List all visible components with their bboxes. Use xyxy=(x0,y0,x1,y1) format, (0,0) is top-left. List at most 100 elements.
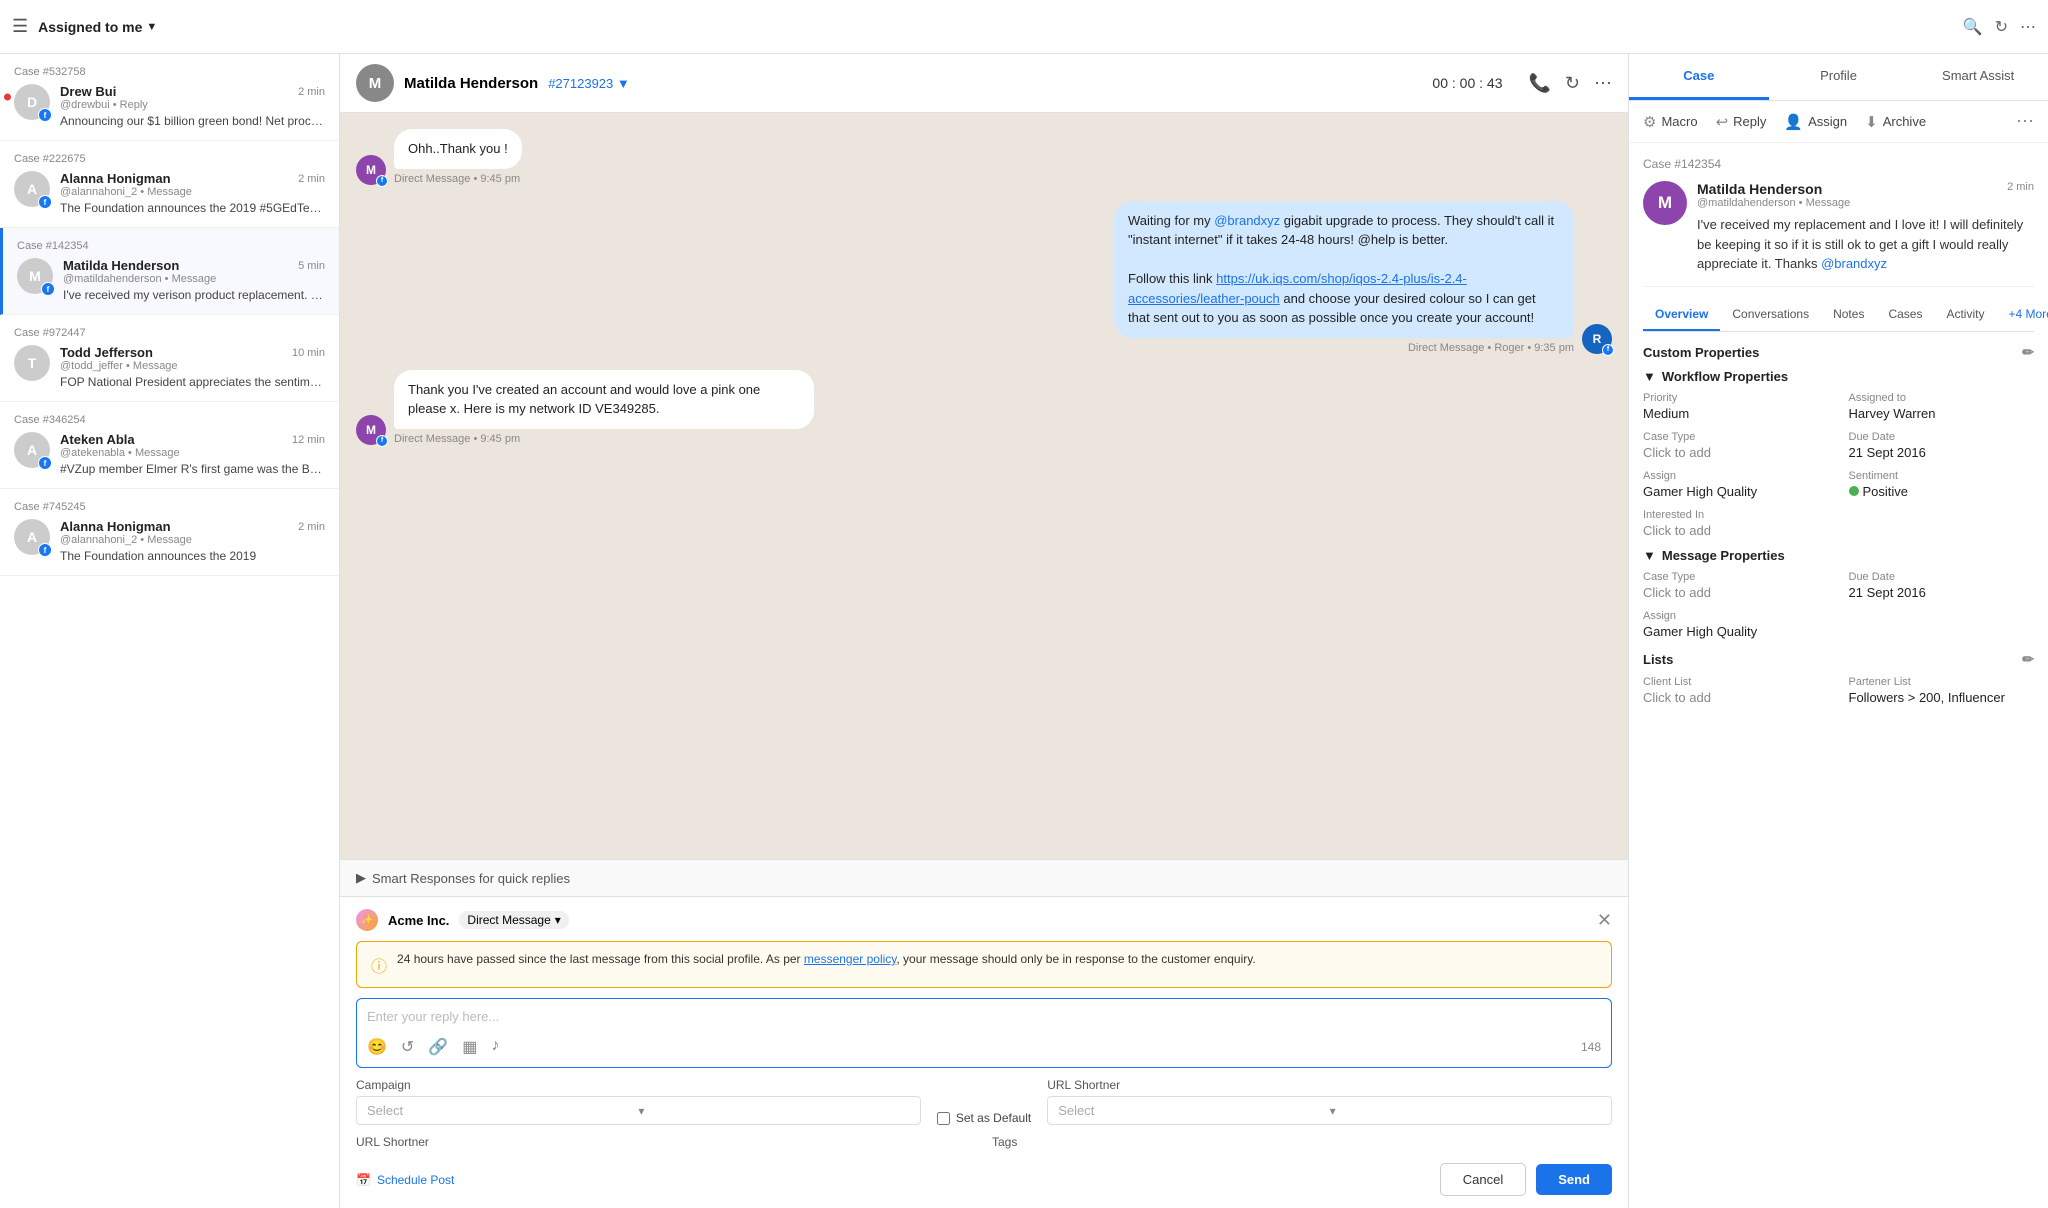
msg-prop-assign: Assign Gamer High Quality xyxy=(1643,610,1829,639)
tab-profile[interactable]: Profile xyxy=(1769,54,1909,100)
msg-meta: Direct Message • 9:45 pm xyxy=(394,173,522,185)
reply-from: Acme Inc. xyxy=(388,913,449,928)
contact-handle: @matildahenderson • Message xyxy=(1697,197,1850,209)
msg-bubble: Ohh..Thank you ! xyxy=(394,129,522,169)
tags-field: Tags xyxy=(992,1135,1612,1149)
social-badge: f xyxy=(38,543,52,557)
chat-messages: M f Ohh..Thank you ! Direct Message • 9:… xyxy=(340,113,1628,859)
tab-smart-assist[interactable]: Smart Assist xyxy=(1908,54,2048,100)
right-toolbar: ⚙ Macro ↩ Reply 👤 Assign ⬇ Archive ⋯ xyxy=(1629,101,2048,143)
chat-header-icons: 📞 ↻ ⋯ xyxy=(1528,73,1612,94)
smart-responses-bar[interactable]: ▶ Smart Responses for quick replies xyxy=(340,859,1628,896)
msg-prop-case-type[interactable]: Case Type Click to add xyxy=(1643,571,1829,600)
schedule-post-button[interactable]: 📅 Schedule Post xyxy=(356,1173,454,1187)
refresh-icon[interactable]: ↻ xyxy=(1995,17,2008,37)
reply-label: Reply xyxy=(1733,114,1766,129)
url-shortner-label-2: URL Shortner xyxy=(356,1135,976,1149)
social-badge: f xyxy=(38,108,52,122)
case-body: A f Alanna Honigman 2 min @alannahoni_2 … xyxy=(14,519,325,563)
set-default-checkbox[interactable]: Set as Default xyxy=(937,1111,1031,1125)
edit-lists-icon[interactable]: ✏ xyxy=(2022,651,2034,668)
fb-badge: f xyxy=(376,175,388,187)
search-icon[interactable]: 🔍 xyxy=(1963,17,1983,37)
channel-label: Direct Message xyxy=(467,913,550,927)
sub-tabs: Overview Conversations Notes Cases Activ… xyxy=(1643,299,2034,332)
hamburger-icon[interactable]: ☰ xyxy=(12,16,28,37)
macro-tool[interactable]: ⚙ Macro xyxy=(1643,113,1698,131)
case-list-item[interactable]: Case #142354 M f Matilda Henderson 5 min… xyxy=(0,228,339,315)
case-handle: @atekenabla • Message xyxy=(60,447,325,459)
sub-tab-conversations[interactable]: Conversations xyxy=(1720,299,1821,331)
reply-toolbar-icons: 😊 ↺ 🔗 ▦ ♪ xyxy=(367,1037,499,1057)
campaign-select[interactable]: Select ▾ xyxy=(356,1096,921,1125)
calendar-icon: 📅 xyxy=(356,1173,371,1187)
char-count: 148 xyxy=(1581,1040,1601,1054)
message-props-grid: Case Type Click to add Due Date 21 Sept … xyxy=(1643,571,2034,639)
case-preview: Announcing our $1 billion green bond! Ne… xyxy=(60,114,325,128)
music-icon[interactable]: ♪ xyxy=(491,1037,499,1057)
chat-contact-name: Matilda Henderson xyxy=(404,75,538,92)
case-handle: @drewbui • Reply xyxy=(60,99,325,111)
phone-icon[interactable]: 📞 xyxy=(1528,73,1550,94)
workflow-header[interactable]: ▼ Workflow Properties xyxy=(1643,369,2034,384)
msg-bubble: Thank you I've created an account and wo… xyxy=(394,370,814,429)
prop-interested-in[interactable]: Interested In Click to add xyxy=(1643,509,1829,538)
url-shortner-chevron-icon: ▾ xyxy=(1330,1104,1601,1118)
case-list-item[interactable]: Case #972447 T Todd Jefferson 10 min @to… xyxy=(0,315,339,402)
schedule-label: Schedule Post xyxy=(377,1173,454,1187)
archive-tool[interactable]: ⬇ Archive xyxy=(1865,113,1926,131)
link-icon[interactable]: 🔗 xyxy=(428,1037,448,1057)
sub-tab-overview[interactable]: Overview xyxy=(1643,299,1720,331)
reply-channel-selector[interactable]: Direct Message ▾ xyxy=(459,911,568,929)
macro-label: Macro xyxy=(1661,114,1697,129)
sub-tab-more[interactable]: +4 More xyxy=(1996,299,2048,331)
case-handle: @alannahoni_2 • Message xyxy=(60,186,325,198)
messenger-policy-link[interactable]: messenger policy xyxy=(804,952,896,966)
prop-sentiment: Sentiment Positive xyxy=(1849,470,2035,499)
set-default-input[interactable] xyxy=(937,1112,950,1125)
sub-tab-notes[interactable]: Notes xyxy=(1821,299,1876,331)
cancel-button[interactable]: Cancel xyxy=(1440,1163,1526,1196)
table-icon[interactable]: ▦ xyxy=(462,1037,477,1057)
reload-icon[interactable]: ↻ xyxy=(1565,73,1580,94)
social-badge: f xyxy=(41,282,55,296)
sub-tab-cases[interactable]: Cases xyxy=(1876,299,1934,331)
reply-tool[interactable]: ↩ Reply xyxy=(1716,113,1767,131)
case-list-item[interactable]: Case #745245 A f Alanna Honigman 2 min @… xyxy=(0,489,339,576)
close-reply-button[interactable]: ✕ xyxy=(1597,910,1612,931)
case-preview: FOP National President appreciates the s… xyxy=(60,375,325,389)
case-number: Case #142354 xyxy=(17,240,325,252)
case-list-item[interactable]: Case #346254 A f Ateken Abla 12 min @ate… xyxy=(0,402,339,489)
campaign-placeholder: Select xyxy=(367,1103,638,1118)
url-shortner-select[interactable]: Select ▾ xyxy=(1047,1096,1612,1125)
message-props-header[interactable]: ▼ Message Properties xyxy=(1643,548,2034,563)
chat-case-id[interactable]: #27123923 ▼ xyxy=(548,76,630,91)
case-list-item[interactable]: Case #532758 D f Drew Bui 2 min @drewbui… xyxy=(0,54,339,141)
case-time: 2 min xyxy=(298,86,325,98)
emoji-icon[interactable]: 😊 xyxy=(367,1037,387,1057)
avatar-wrap: M f xyxy=(17,258,53,294)
url-shortner-field-2: URL Shortner xyxy=(356,1135,976,1149)
case-body: T Todd Jefferson 10 min @todd_jeffer • M… xyxy=(14,345,325,389)
edit-custom-properties-icon[interactable]: ✏ xyxy=(2022,344,2034,361)
contact-info: Matilda Henderson @matildahenderson • Me… xyxy=(1697,181,2034,274)
archive-icon: ⬇ xyxy=(1865,113,1878,131)
tab-case[interactable]: Case xyxy=(1629,54,1769,100)
nav-title[interactable]: Assigned to me ▼ xyxy=(38,19,157,35)
reply-textarea[interactable]: Enter your reply here... 😊 ↺ 🔗 ▦ ♪ 148 xyxy=(356,998,1612,1068)
case-list-item[interactable]: Case #222675 A f Alanna Honigman 2 min @… xyxy=(0,141,339,228)
prop-case-type[interactable]: Case Type Click to add xyxy=(1643,431,1829,460)
client-list-item[interactable]: Client List Click to add xyxy=(1643,676,1829,705)
case-name-row: Todd Jefferson 10 min xyxy=(60,345,325,360)
archive-label: Archive xyxy=(1883,114,1926,129)
more-chat-icon[interactable]: ⋯ xyxy=(1594,73,1612,94)
rotate-icon[interactable]: ↺ xyxy=(401,1037,414,1057)
contact-message: I've received my replacement and I love … xyxy=(1697,215,2034,274)
more-icon[interactable]: ⋯ xyxy=(2020,17,2036,37)
assign-tool[interactable]: 👤 Assign xyxy=(1784,113,1847,131)
send-button[interactable]: Send xyxy=(1536,1164,1612,1195)
toolbar-more-button[interactable]: ⋯ xyxy=(2016,111,2034,132)
sub-tab-activity[interactable]: Activity xyxy=(1934,299,1996,331)
chevron-down-icon: ▼ xyxy=(1643,369,1656,384)
workflow-properties-section: ▼ Workflow Properties Priority Medium As… xyxy=(1643,369,2034,538)
